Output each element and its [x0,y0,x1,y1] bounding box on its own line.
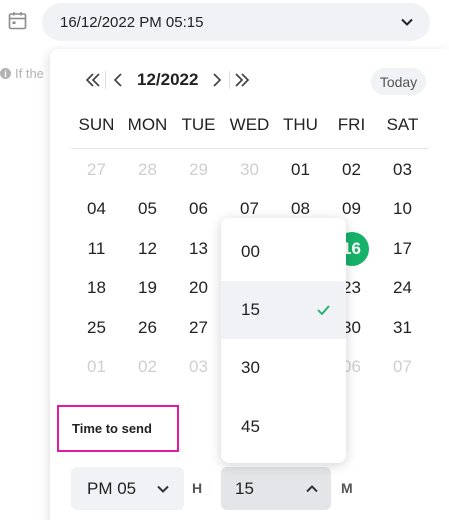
day-cell-outside[interactable]: 27 [71,150,122,190]
minute-option-label: 30 [241,358,260,377]
weekday-divider [71,148,429,149]
nav-divider [229,71,231,89]
hour-value: PM 05 [87,478,137,498]
today-button[interactable]: Today [371,68,426,95]
day-cell[interactable]: 25 [71,308,122,348]
minute-unit-label: M [341,480,353,496]
minute-option-label: 45 [241,417,260,436]
nav-divider [105,71,106,89]
check-icon [317,300,330,320]
weekday-label: FRI [337,115,366,134]
day-cell-outside[interactable]: 28 [122,150,173,190]
day-cell[interactable]: 01 [275,150,326,190]
minute-option-label: 00 [241,242,260,261]
day-cell[interactable]: 03 [377,150,428,190]
weekday-header: SUN MON TUE WED THU FRI SAT [71,115,428,135]
calendar-icon [8,12,27,30]
minute-option[interactable]: 45 [221,398,346,456]
weekday-label: TUE [181,115,216,134]
day-cell[interactable]: 11 [71,229,122,269]
next-month-icon[interactable] [206,68,228,92]
weekday-label: WED [229,115,270,134]
minute-option-label: 15 [241,300,260,319]
month-navigation: 12/2022 [82,68,253,92]
day-cell-outside[interactable]: 07 [377,348,428,388]
datetime-value: 16/12/2022 PM 05:15 [60,13,204,31]
day-cell-outside[interactable]: 02 [122,348,173,388]
day-cell[interactable]: 18 [71,269,122,309]
month-label: 12/2022 [137,70,199,89]
next-year-icon[interactable] [231,68,253,92]
datetime-field[interactable]: 16/12/2022 PM 05:15 [42,3,430,41]
day-cell[interactable]: 10 [377,190,428,230]
day-cell[interactable]: 04 [71,190,122,230]
day-cell[interactable]: 24 [377,269,428,309]
weekday-label: SAT [386,115,419,134]
minute-value: 15 [235,478,254,498]
minute-option-selected[interactable]: 15 [221,281,346,339]
info-icon: i [0,68,11,79]
day-cell[interactable]: 17 [377,229,428,269]
time-to-send-label: Time to send [72,421,152,436]
day-cell[interactable]: 27 [173,308,224,348]
minute-dropdown: 00 15 30 45 [221,218,346,463]
hour-unit-label: H [192,480,203,496]
hour-select[interactable]: PM 05 [71,467,184,510]
day-cell-outside[interactable]: 03 [173,348,224,388]
day-cell[interactable]: 20 [173,269,224,309]
day-cell[interactable]: 19 [122,269,173,309]
minute-select[interactable]: 15 [221,467,331,510]
day-cell[interactable]: 02 [326,150,377,190]
prev-month-icon[interactable] [107,68,129,92]
chevron-down-icon [156,482,170,496]
weekday-label: MON [127,115,168,134]
weekday-label: THU [283,115,318,134]
day-cell-outside[interactable]: 29 [173,150,224,190]
day-cell[interactable]: 13 [173,229,224,269]
chevron-up-icon [305,482,319,496]
day-cell[interactable]: 31 [377,308,428,348]
hint-label: If the [15,66,44,81]
day-cell[interactable]: 26 [122,308,173,348]
minute-option[interactable]: 30 [221,339,346,397]
day-cell-outside[interactable]: 01 [71,348,122,388]
prev-year-icon[interactable] [82,68,104,92]
weekday-label: SUN [78,115,115,134]
chevron-down-icon [400,15,414,29]
hint-text: i If the [0,66,44,81]
minute-option[interactable]: 00 [221,223,346,281]
day-cell-outside[interactable]: 30 [224,150,275,190]
day-cell[interactable]: 05 [122,190,173,230]
day-cell[interactable]: 12 [122,229,173,269]
day-cell[interactable]: 06 [173,190,224,230]
time-to-send-highlight: Time to send [57,405,179,452]
